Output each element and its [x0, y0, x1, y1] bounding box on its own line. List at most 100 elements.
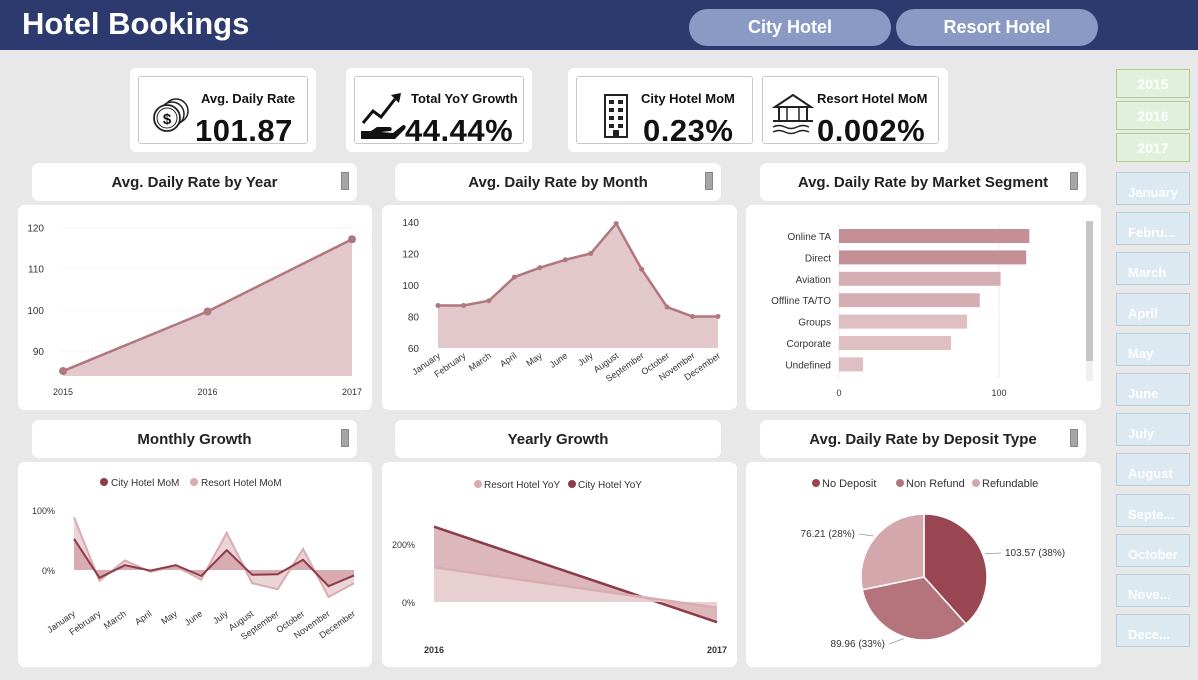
chart-scrollbar[interactable] — [1086, 221, 1093, 381]
data-label: 89.96 (33%) — [831, 639, 885, 650]
slicer-month-item[interactable]: Septe... — [1116, 493, 1190, 527]
title-adr-segment: Avg. Daily Rate by Market Segment — [760, 163, 1086, 201]
adr-segment-chart: 0 100 Online TA Direct Aviation Offline TA/TO… — [771, 225, 1030, 398]
legend-marker — [568, 480, 576, 488]
y-tick-label: 110 — [28, 265, 44, 276]
x-tick-label: April — [498, 350, 518, 369]
yearly-growth-chart: 0% 200% Resort Hotel YoY City Hotel YoY 2016… — [392, 480, 727, 655]
chart-filter-toggle[interactable] — [1070, 429, 1078, 447]
legend-label: City Hotel YoY — [578, 480, 642, 491]
x-tick-label: 2016 — [424, 645, 444, 655]
kpi-card-yoy: Total YoY Growth 44.44% — [354, 76, 524, 148]
svg-text:$: $ — [163, 111, 172, 128]
legend-marker — [190, 478, 198, 486]
slicer-year-2016[interactable]: 2016 — [1116, 101, 1190, 130]
bar — [839, 314, 967, 329]
panel-monthly-growth: 0% 100% City Hotel MoM Resort Hotel MoM Janu… — [18, 462, 372, 667]
bar — [839, 229, 1030, 243]
legend-label: City Hotel MoM — [111, 478, 179, 489]
chart-filter-toggle[interactable] — [705, 172, 713, 190]
x-tick-label: June — [183, 608, 205, 627]
data-point — [588, 251, 594, 256]
legend-marker — [812, 479, 820, 487]
kpi-label-resort-mom: Resort Hotel MoM — [817, 91, 928, 106]
title-adr-deposit: Avg. Daily Rate by Deposit Type — [760, 420, 1086, 458]
x-tick-label: May — [524, 350, 544, 368]
title-yearly-growth-text: Yearly Growth — [507, 430, 609, 448]
panel-adr-year: 90 100 110 120 2015 2016 2017 — [18, 205, 372, 410]
data-point — [639, 266, 645, 272]
slicer-month-item[interactable]: August — [1116, 453, 1190, 487]
data-point — [613, 221, 619, 227]
growth-hand-icon — [361, 93, 406, 139]
data-point — [715, 314, 721, 319]
slicer-month-item[interactable]: Dece... — [1116, 614, 1190, 648]
y-tick-label: Groups — [798, 318, 831, 329]
slicer-month-item[interactable]: April — [1116, 292, 1190, 326]
city-hotel-button[interactable]: City Hotel — [689, 9, 891, 46]
y-tick-label: Aviation — [796, 275, 831, 286]
adr-deposit-chart: No Deposit Non Refund Refundable 103.57 (38… — [801, 478, 1066, 650]
x-tick-label: 2015 — [53, 387, 73, 397]
slicer-month-item[interactable]: May — [1116, 332, 1190, 366]
y-tick-label: 100% — [32, 506, 55, 516]
data-point — [562, 257, 568, 263]
adr-year-chart: 90 100 110 120 2015 2016 2017 — [27, 223, 362, 397]
chart-filter-toggle[interactable] — [341, 172, 349, 190]
slicer-month-item[interactable]: October — [1116, 533, 1190, 567]
y-tick-label: Direct — [805, 253, 831, 264]
x-tick-label: June — [548, 350, 570, 369]
kpi-value-resort-mom: 0.002% — [817, 113, 926, 148]
kpi-label-adr: Avg. Daily Rate — [201, 91, 296, 106]
legend-label: Refundable — [982, 478, 1038, 490]
slicer-year-2015[interactable]: 2015 — [1116, 69, 1190, 98]
y-tick-label: 120 — [27, 223, 44, 234]
slicer-month-item[interactable]: Febru... — [1116, 212, 1190, 246]
slicer-month-item[interactable]: Nove... — [1116, 574, 1190, 607]
dollar-coins-icon: $ — [153, 98, 189, 132]
bar — [839, 250, 1027, 265]
adr-month-chart: 6080100120140JanuaryFebruary March April Ma… — [402, 218, 722, 384]
chart-scrollbar-thumb[interactable] — [1086, 221, 1093, 361]
resort-icon — [771, 93, 815, 135]
slicer-month-item[interactable]: June — [1116, 373, 1190, 406]
leader-line — [888, 638, 904, 645]
data-label: 103.57 (38%) — [1005, 548, 1065, 559]
panel-adr-month: 60 80 100 120 140 January February March April Ma… — [382, 205, 737, 410]
x-tick-label: 0 — [836, 388, 841, 398]
slicer-year-2017[interactable]: 2017 — [1116, 133, 1190, 162]
bar — [839, 336, 951, 350]
series-line — [73, 516, 355, 599]
title-adr-year: Avg. Daily Rate by Year — [32, 163, 357, 201]
kpi-card-city-mom: City Hotel MoM 0.23% — [576, 76, 753, 148]
slicer-month-item[interactable]: March — [1116, 252, 1190, 286]
y-tick-label: 140 — [402, 218, 419, 229]
y-tick-label: Undefined — [785, 360, 831, 371]
legend-marker — [474, 480, 482, 488]
chart-filter-toggle[interactable] — [1070, 172, 1078, 190]
title-adr-year-text: Avg. Daily Rate by Year — [111, 173, 278, 191]
y-tick-label: Offline TA/TO — [771, 296, 831, 307]
x-tick-label: March — [467, 350, 493, 373]
monthly-growth-chart: 0%100%City Hotel MoM Resort Hotel MoMJanu… — [32, 478, 357, 642]
panel-adr-deposit: No Deposit Non Refund Refundable 103.57 (38… — [746, 462, 1101, 667]
chart-filter-toggle[interactable] — [341, 429, 349, 447]
bar — [839, 357, 863, 372]
slicer-month-item[interactable]: January — [1116, 172, 1190, 205]
legend-marker — [896, 479, 904, 487]
x-tick-label: 100 — [991, 388, 1006, 398]
area-fill — [438, 223, 718, 348]
title-monthly-growth: Monthly Growth — [32, 420, 357, 458]
x-tick-label: May — [159, 608, 179, 626]
slicer-month-item[interactable]: July — [1116, 413, 1190, 447]
y-tick-label: 80 — [408, 313, 420, 324]
building-icon — [604, 94, 628, 138]
data-point — [59, 367, 67, 376]
y-tick-label: 200% — [392, 540, 415, 550]
bar — [839, 293, 980, 308]
data-point — [511, 274, 517, 280]
resort-hotel-button[interactable]: Resort Hotel — [896, 9, 1098, 46]
y-tick-label: Online TA — [787, 232, 831, 243]
title-adr-segment-text: Avg. Daily Rate by Market Segment — [797, 173, 1049, 191]
kpi-group-mom: City Hotel MoM 0.23% Resort Hotel MoM 0.… — [568, 68, 948, 152]
